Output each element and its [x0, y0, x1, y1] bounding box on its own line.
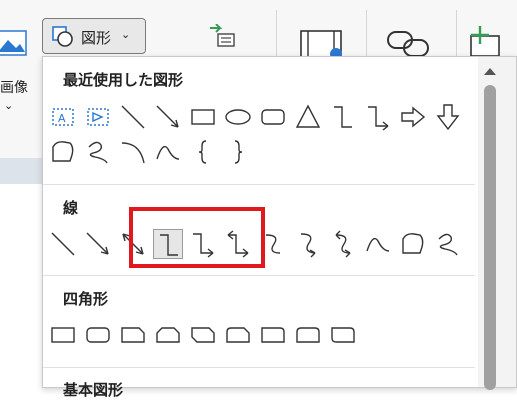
- rect-snip-diagonal[interactable]: [188, 320, 218, 350]
- line-straight[interactable]: [48, 229, 78, 259]
- scrollbar-thumb[interactable]: [484, 85, 496, 390]
- svg-text:A: A: [58, 112, 66, 125]
- shape-rectangle[interactable]: [188, 102, 218, 132]
- shape-down-arrow[interactable]: [433, 102, 463, 132]
- shapes-gallery-panel: 最近使用した図形 A 線 四角形 基本図形: [42, 56, 517, 399]
- picture-chevron-icon[interactable]: ⌄: [4, 99, 13, 112]
- line-curve[interactable]: [363, 229, 393, 259]
- shape-elbow-arrow-connector[interactable]: [363, 102, 393, 132]
- basic-shapes-title: 基本図形: [63, 381, 124, 399]
- rect-snip-same-side[interactable]: [153, 320, 183, 350]
- section-divider: [43, 275, 475, 276]
- shape-line[interactable]: [118, 102, 148, 132]
- line-freeform[interactable]: [398, 229, 428, 259]
- shapes-button-label: 図形: [81, 29, 112, 47]
- rect-rectangle[interactable]: [48, 320, 78, 350]
- shape-triangle[interactable]: [293, 102, 323, 132]
- scroll-up-icon[interactable]: [482, 63, 498, 77]
- shape-oval[interactable]: [223, 102, 253, 132]
- rect-snip-round-corner[interactable]: [223, 320, 253, 350]
- shape-textbox-horizontal[interactable]: A: [48, 102, 78, 132]
- add-icon[interactable]: [468, 24, 502, 58]
- shapes-button[interactable]: 図形 ⌄: [42, 18, 146, 54]
- line-curved-arrow-connector[interactable]: [293, 229, 323, 259]
- line-scribble[interactable]: [433, 229, 463, 259]
- shape-left-brace[interactable]: [188, 137, 218, 167]
- rect-round-diagonal[interactable]: [328, 320, 358, 350]
- section-divider: [43, 367, 475, 368]
- shape-right-brace[interactable]: [223, 137, 253, 167]
- rect-snip-single-corner[interactable]: [118, 320, 148, 350]
- rect-round-same-side[interactable]: [293, 320, 323, 350]
- rect-rounded[interactable]: [83, 320, 113, 350]
- link-icon[interactable]: [386, 28, 432, 58]
- smartart-icon[interactable]: [206, 23, 236, 50]
- shape-elbow-connector[interactable]: [328, 102, 358, 132]
- highlight-box: [129, 207, 265, 268]
- shape-rounded-rectangle[interactable]: [258, 102, 288, 132]
- picture-label[interactable]: 画像: [0, 77, 28, 97]
- recent-shapes-title: 最近使用した図形: [63, 71, 184, 89]
- shape-curve[interactable]: [153, 137, 183, 167]
- rectangles-title: 四角形: [63, 290, 109, 308]
- shape-scribble[interactable]: [83, 137, 113, 167]
- section-divider: [43, 184, 475, 185]
- shape-arc[interactable]: [118, 137, 148, 167]
- line-arrow[interactable]: [83, 229, 113, 259]
- shape-textbox-vertical[interactable]: [83, 102, 113, 132]
- chevron-down-icon: ⌄: [121, 28, 131, 41]
- rect-round-single-corner[interactable]: [258, 320, 288, 350]
- shape-arrow-line[interactable]: [153, 102, 183, 132]
- shape-right-arrow[interactable]: [398, 102, 428, 132]
- shape-freeform[interactable]: [48, 137, 78, 167]
- picture-icon[interactable]: [0, 28, 28, 58]
- line-curved-double-arrow-connector[interactable]: [328, 229, 358, 259]
- lines-title: 線: [63, 199, 79, 217]
- shapes-icon: [51, 25, 75, 53]
